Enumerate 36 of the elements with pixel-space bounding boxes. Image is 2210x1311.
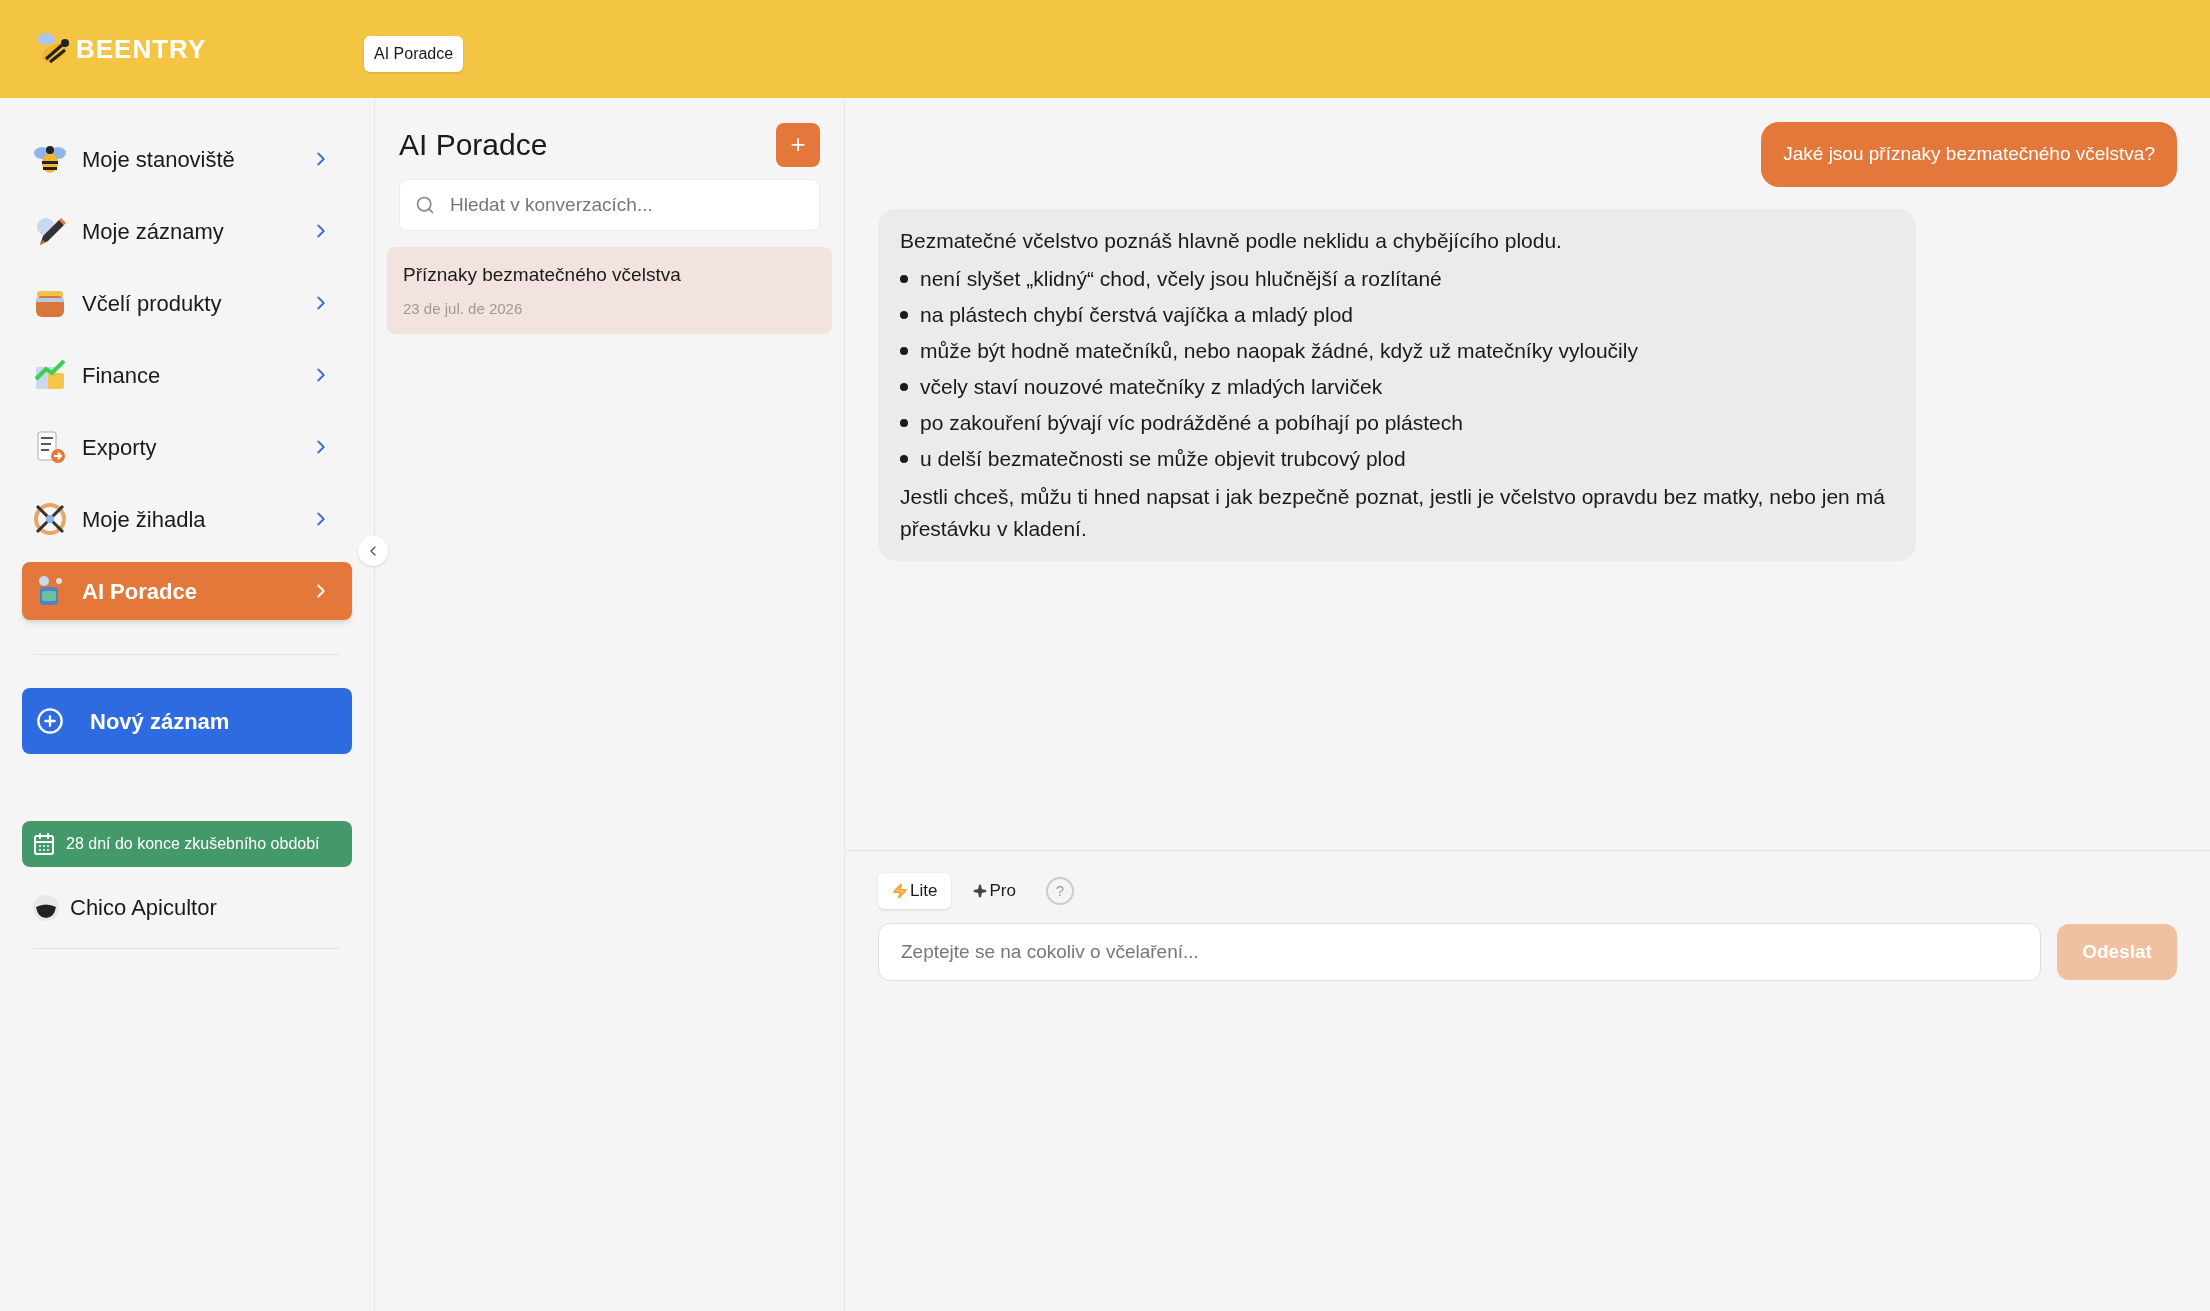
tooltip: AI Poradce — [364, 36, 464, 72]
logo-text: BEENTRY — [76, 32, 207, 66]
plus-circle-icon — [36, 707, 64, 735]
sidebar-item[interactable]: Včelí produkty — [22, 274, 352, 332]
message-input[interactable]: Zeptejte se na cokoliv o včelaření... — [878, 923, 2041, 981]
sidebar-item[interactable]: Moje záznamy — [22, 202, 352, 260]
mode-toggle[interactable]: Pro — [959, 873, 1030, 909]
list-item-text: na plástech chybí čerstvá vajíčka a mladý plod — [920, 301, 1354, 328]
sidebar-item[interactable]: Moje žihadla — [22, 490, 352, 548]
search-field[interactable]: Hledat v konverzacích... — [399, 179, 820, 231]
collapse-button[interactable] — [358, 536, 388, 566]
trial-badge: 28 dní do konce zkušebního období — [22, 821, 352, 867]
user-message: Jaké jsou příznaky bezmatečného včelstva? — [1761, 122, 2177, 187]
list-item-text: není slyšet „klidný“ chod, včely jsou hlučnější a rozlítané — [920, 265, 1442, 292]
message-paragraph: Bezmatečné včelstvo poznáš hlavně podle neklidu a chybějícího plodu. — [900, 227, 1563, 254]
list-item-text: může být hodně matečníků, nebo naopak žádné, když už matečníky vyloučily — [920, 337, 1638, 364]
list-item-text: včely staví nouzové matečníky z mladých larviček — [920, 373, 1383, 400]
panel-title: AI Poradce — [399, 127, 548, 163]
target-icon — [32, 501, 68, 537]
avatar-icon — [32, 893, 60, 922]
list-item-text: po zakouření bývají víc podrážděné a pobíhají po plástech — [920, 409, 1463, 436]
list-item-text: u delší bezmatečnosti se může objevit trubcový plod — [920, 445, 1406, 472]
message-paragraph: Jestli chceš, můžu ti hned napsat i jak bezpečně poznat, jestli je včelstvo opravdu bez matky, nebo jen má přestávku v kladení. — [900, 483, 1886, 542]
sparkle-icon — [973, 884, 988, 898]
mode-toggle[interactable]: Lite — [878, 873, 952, 909]
search-icon — [415, 195, 435, 215]
conversation-title: Příznaky bezmatečného včelstva — [403, 263, 682, 287]
new-record-button[interactable]: Nový záznam — [22, 688, 352, 754]
lightning-icon — [892, 883, 908, 899]
conversation-date: 23 de jul. de 2026 — [403, 298, 524, 319]
sidebar-item[interactable]: Exporty — [22, 418, 352, 476]
calendar-icon — [32, 832, 56, 856]
sidebar-item[interactable]: Finance — [22, 346, 352, 404]
conversation-item[interactable]: Příznaky bezmatečného včelstva 23 de jul. de 2026 — [387, 247, 832, 334]
user-name[interactable]: Chico Apicultor — [70, 891, 217, 924]
sidebar-item[interactable]: Moje stanoviště — [22, 130, 352, 188]
